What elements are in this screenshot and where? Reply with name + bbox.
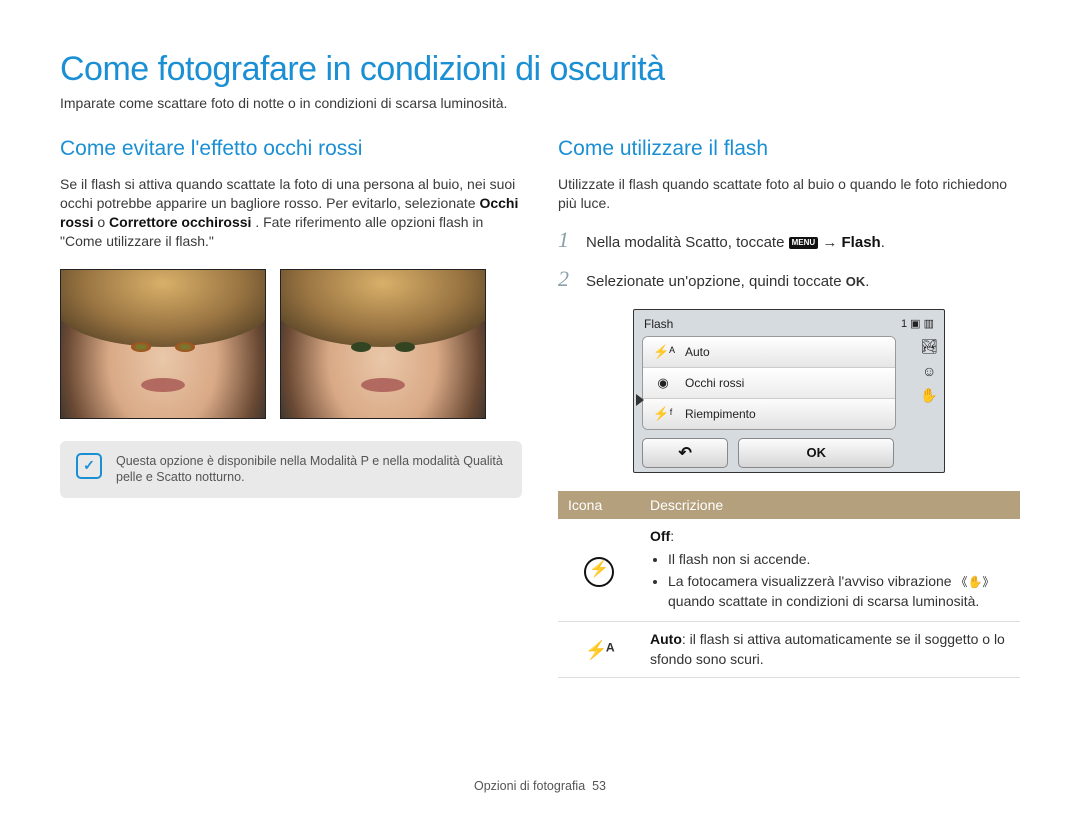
camera-side-icons: 🏞 ☺ ✋: [920, 338, 938, 404]
ok-icon: OK: [846, 272, 866, 292]
step1-bold: Flash: [842, 234, 881, 251]
hand-steady-icon: ✋: [920, 387, 937, 404]
step-1-text: Nella modalità Scatto, toccate MENU → Fl…: [586, 232, 885, 255]
menu-icon: MENU: [789, 237, 819, 249]
row2-rest: : il flash si attiva automaticamente se …: [650, 631, 1005, 667]
row1-title: Off: [650, 528, 670, 544]
photo-redeye: [60, 269, 266, 419]
step-2-text: Selezionate un'opzione, quindi toccate O…: [586, 271, 869, 294]
page-intro: Imparate come scattare foto di notte o i…: [60, 95, 1020, 111]
step2-end: .: [865, 273, 869, 290]
left-text-mid: o: [97, 214, 109, 230]
table-head-icon: Icona: [558, 491, 640, 519]
row1-b2-post: quando scattate in condizioni di scarsa …: [668, 593, 979, 609]
note-text: Questa opzione è disponibile nella Modal…: [116, 453, 506, 487]
page-footer: Opzioni di fotografia 53: [0, 779, 1080, 793]
memory-icon: ▣: [910, 318, 920, 330]
camera-screen: Flash 1 ▣ ▥ 🏞 ☺ ✋ ⚡ᴬ Auto: [633, 309, 945, 473]
left-paragraph: Se il flash si attiva quando scattate la…: [60, 175, 522, 251]
page-title: Come fotografare in condizioni di oscuri…: [60, 50, 1020, 89]
right-paragraph: Utilizzate il flash quando scattate foto…: [558, 175, 1020, 213]
flash-off-icon: ⚡: [584, 557, 614, 587]
note-icon: ✓: [76, 453, 102, 479]
right-subhead: Come utilizzare il flash: [558, 137, 1020, 161]
flash-auto-icon: ⚡ᴬ: [653, 344, 673, 360]
step1-pre: Nella modalità Scatto, toccate: [586, 234, 789, 251]
row2-desc: Auto: il flash si attiva automaticamente…: [640, 622, 1020, 678]
footer-label: Opzioni di fotografia: [474, 779, 585, 793]
flash-option-list: ⚡ᴬ Auto ◉ Occhi rossi ⚡ᶠ Riempimento: [642, 336, 896, 430]
camera-buttons: ↶ OK: [642, 438, 894, 468]
row1-bullet1: Il flash non si accende.: [668, 550, 1010, 570]
left-subhead: Come evitare l'effetto occhi rossi: [60, 137, 522, 161]
back-button[interactable]: ↶: [642, 438, 728, 468]
right-column: Come utilizzare il flash Utilizzate il f…: [558, 137, 1020, 678]
eye-icon: ◉: [653, 375, 673, 391]
step1-end: .: [881, 234, 885, 251]
left-text-b2: Correttore occhirossi: [109, 214, 251, 230]
footer-page-number: 53: [592, 779, 606, 793]
flash-option-redeye-label: Occhi rossi: [685, 376, 744, 390]
step1-arrow: →: [822, 234, 841, 251]
note-box: ✓ Questa opzione è disponibile nella Mod…: [60, 441, 522, 499]
left-text-pre: Se il flash si attiva quando scattate la…: [60, 176, 515, 211]
flash-fill-icon: ⚡ᶠ: [653, 406, 673, 422]
step-1: 1 Nella modalità Scatto, toccate MENU → …: [558, 223, 1020, 256]
row2-bold: Auto: [650, 631, 682, 647]
landscape-icon: 🏞: [920, 338, 938, 355]
flash-option-redeye[interactable]: ◉ Occhi rossi: [643, 367, 895, 398]
step-number-2: 2: [558, 262, 576, 295]
step-number-1: 1: [558, 223, 576, 256]
battery-icon: ▥: [924, 318, 934, 330]
face-icon: ☺: [922, 363, 936, 379]
table-row: ⚡ Off: Il flash non si accende. La fotoc…: [558, 519, 1020, 622]
flash-auto-icon: ⚡ᴬ: [585, 640, 612, 660]
left-column: Come evitare l'effetto occhi rossi Se il…: [60, 137, 522, 678]
flash-option-fill-label: Riempimento: [685, 407, 756, 421]
example-photos: [60, 269, 522, 419]
selection-pointer-icon: [636, 394, 644, 406]
camera-count: 1: [901, 318, 907, 330]
icon-description-table: Icona Descrizione ⚡ Off: Il flash non si…: [558, 491, 1020, 679]
camera-header: Flash 1 ▣ ▥: [638, 314, 940, 336]
photo-corrected: [280, 269, 486, 419]
step-2: 2 Selezionate un'opzione, quindi toccate…: [558, 262, 1020, 295]
table-row: ⚡ᴬ Auto: il flash si attiva automaticame…: [558, 622, 1020, 678]
flash-option-auto[interactable]: ⚡ᴬ Auto: [643, 337, 895, 367]
row1-bullet2: La fotocamera visualizzerà l'avviso vibr…: [668, 572, 1010, 611]
vibration-icon: 《✋》: [955, 576, 994, 588]
steps-list: 1 Nella modalità Scatto, toccate MENU → …: [558, 223, 1020, 295]
camera-title: Flash: [644, 317, 673, 331]
flash-option-fill[interactable]: ⚡ᶠ Riempimento: [643, 398, 895, 429]
ok-button-label: OK: [806, 445, 826, 460]
row1-desc: Off: Il flash non si accende. La fotocam…: [640, 519, 1020, 622]
flash-option-auto-label: Auto: [685, 345, 710, 359]
table-head-desc: Descrizione: [640, 491, 1020, 519]
manual-page: Come fotografare in condizioni di oscuri…: [0, 0, 1080, 815]
ok-button[interactable]: OK: [738, 438, 894, 468]
back-arrow-icon: ↶: [679, 443, 692, 463]
step2-pre: Selezionate un'opzione, quindi toccate: [586, 273, 846, 290]
flash-off-icon-cell: ⚡: [558, 519, 640, 622]
two-column-layout: Come evitare l'effetto occhi rossi Se il…: [60, 137, 1020, 678]
flash-auto-icon-cell: ⚡ᴬ: [558, 622, 640, 678]
row1-b2-pre: La fotocamera visualizzerà l'avviso vibr…: [668, 573, 955, 589]
